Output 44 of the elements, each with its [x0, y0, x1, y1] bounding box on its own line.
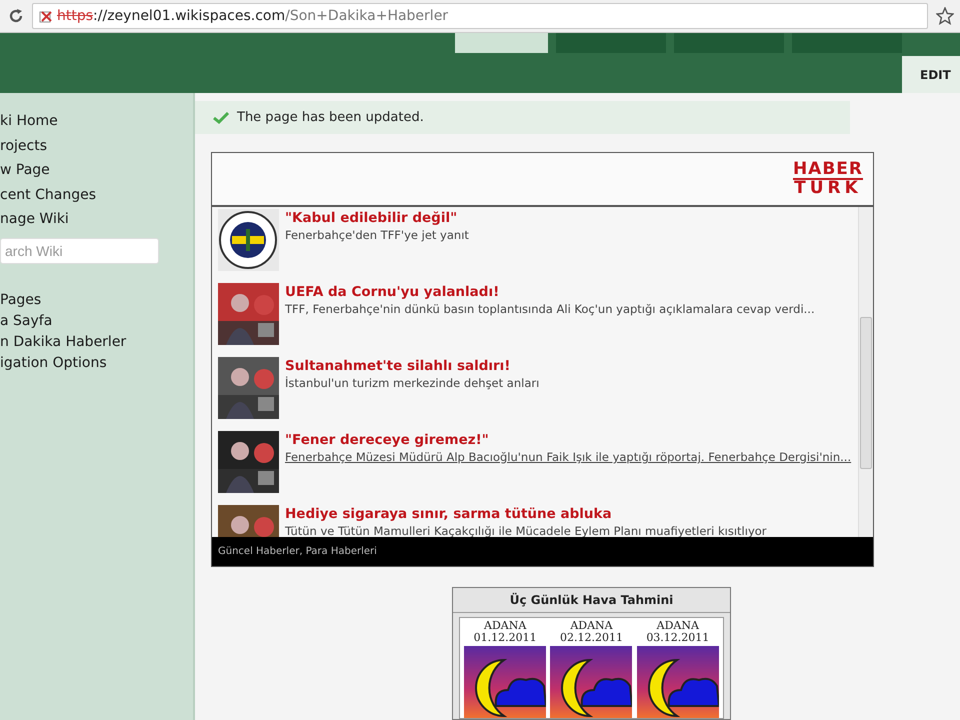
logo: HABER TURK: [792, 161, 863, 197]
news-summary[interactable]: TFF, Fenerbahçe'nin dünkü basın toplantısında Ali Koç'un yaptığı açıklamalara cevap verdi...: [285, 301, 815, 317]
sidebar-link[interactable]: nage Wiki: [0, 209, 69, 234]
footer-text: Güncel Haberler, Para Haberleri: [218, 546, 377, 557]
news-title[interactable]: "Kabul edilebilir değil": [285, 209, 469, 227]
broken-lock-icon: [39, 9, 53, 23]
city-name: ADANA: [570, 620, 613, 632]
news-summary[interactable]: Fenerbahçe'den TFF'ye jet yanıt: [285, 227, 469, 243]
city-name: ADANA: [484, 620, 526, 632]
weather-title: Üç Günlük Hava Tahmini: [453, 588, 730, 613]
city-name: ADANA: [656, 620, 699, 632]
tab[interactable]: [792, 33, 902, 53]
moon-cloud-icon: [550, 646, 632, 718]
news-summary[interactable]: İstanbul'un turizm merkezinde dehşet anları: [285, 375, 540, 391]
url-text: https://zeynel01.wikispaces.com/Son+Dakika+Haberler: [57, 8, 448, 24]
notice-text: The page has been updated.: [237, 110, 424, 125]
sidebar-link[interactable]: w Page: [0, 160, 50, 184]
tab[interactable]: [455, 33, 548, 53]
sidebar-link[interactable]: rojects: [0, 136, 47, 160]
news-title[interactable]: Sultanahmet'te silahlı saldırı!: [285, 357, 540, 375]
forecast-date: 01.12.2011: [474, 632, 537, 644]
search-field[interactable]: arch Wiki: [0, 238, 159, 264]
moon-cloud-icon: [464, 646, 546, 718]
moon-cloud-icon: [636, 646, 719, 718]
news-summary[interactable]: Fenerbahçe Müzesi Müdürü Alp Bacıoğlu'nun Faik Işık ile yaptığı röportaj. Fenerbahçe Dergisi'nin...: [285, 449, 852, 465]
page-link[interactable]: igation Options: [0, 352, 107, 374]
forecast-date: 03.12.2011: [646, 632, 710, 644]
forecast-date: 02.12.2011: [560, 632, 623, 644]
page-link[interactable]: Pages: [0, 290, 42, 310]
reload-icon[interactable]: [8, 8, 24, 24]
star-icon[interactable]: [936, 7, 954, 25]
news-title[interactable]: "Fener dereceye giremez!": [285, 431, 852, 449]
sidebar-link[interactable]: ki Home: [0, 111, 58, 136]
tab[interactable]: [674, 33, 784, 53]
sidebar-link[interactable]: cent Changes: [0, 184, 96, 209]
tab[interactable]: [556, 33, 666, 53]
edit-button[interactable]: EDIT: [902, 56, 960, 93]
page-link[interactable]: a Sayfa: [0, 310, 52, 332]
page-link[interactable]: n Dakika Haberler: [0, 332, 126, 352]
news-title[interactable]: Hediye sigaraya sınır, sarma tütüne abluka: [285, 505, 767, 523]
address-bar[interactable]: https://zeynel01.wikispaces.com/Son+Dakika+Haberler: [32, 3, 928, 29]
scrollbar[interactable]: [858, 207, 873, 537]
check-icon: [213, 112, 229, 124]
news-title[interactable]: UEFA da Cornu'yu yalanladı!: [285, 283, 815, 301]
